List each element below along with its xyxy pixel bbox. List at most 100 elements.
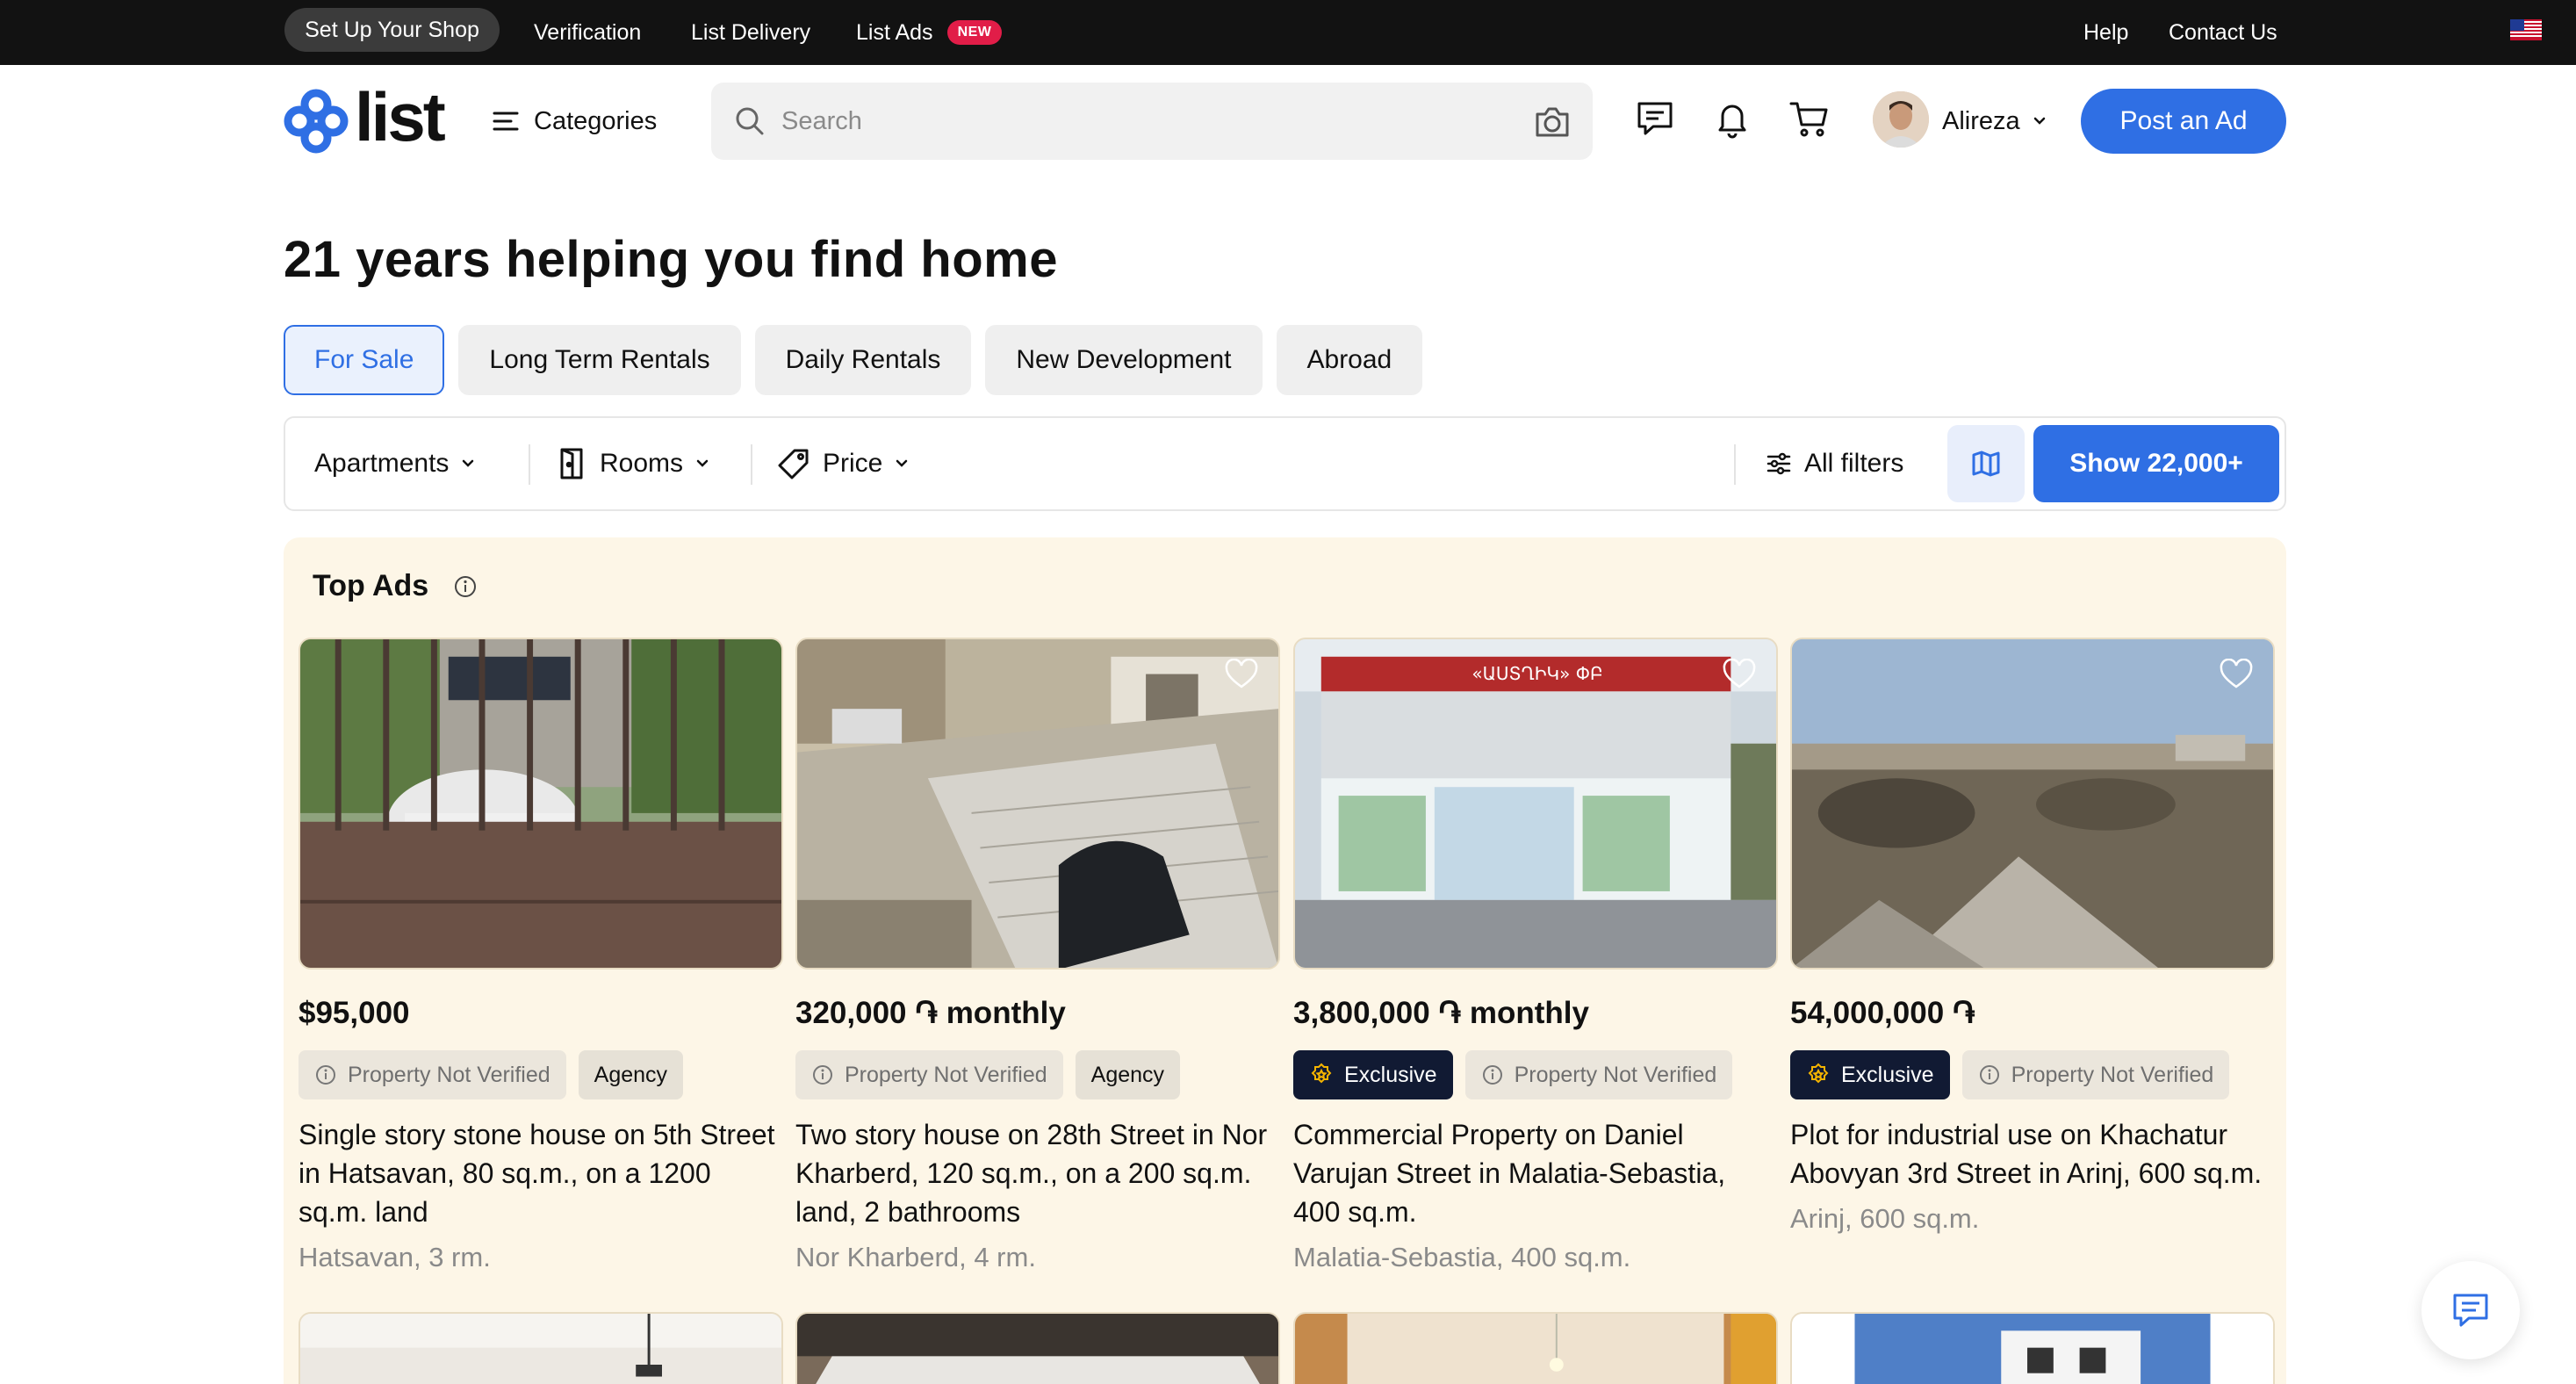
top-ads-title: Top Ads bbox=[313, 569, 429, 602]
ad-price: $95,000 bbox=[299, 996, 410, 1030]
ad-badges: Property Not Verified Agency bbox=[299, 1050, 783, 1099]
ad-card[interactable]: 54,000,000 ֏ Exclusive Property Not Veri… bbox=[1790, 638, 2275, 1235]
camera-icon[interactable] bbox=[1533, 102, 1572, 141]
categories-button[interactable]: Categories bbox=[492, 98, 657, 144]
ad-location: Arinj, 600 sq.m. bbox=[1790, 1203, 1980, 1234]
tab-abroad[interactable]: Abroad bbox=[1276, 325, 1423, 395]
avatar[interactable] bbox=[1873, 91, 1929, 148]
map-icon bbox=[1971, 450, 2001, 478]
ad-card-photo[interactable] bbox=[1293, 1312, 1778, 1384]
ad-card-photo[interactable] bbox=[1790, 1312, 2275, 1384]
show-results-button[interactable]: Show 22,000+ bbox=[2033, 425, 2279, 502]
rooms-dropdown[interactable]: Rooms bbox=[558, 418, 709, 509]
set-up-shop-link[interactable]: Set Up Your Shop bbox=[284, 8, 500, 52]
search-icon bbox=[734, 105, 766, 137]
bell-icon[interactable] bbox=[1712, 98, 1752, 139]
ad-card[interactable]: $95,000 Property Not Verified Agency Sin… bbox=[299, 638, 783, 1273]
ad-badges: Property Not Verified Agency bbox=[795, 1050, 1280, 1099]
storefront-sign: «ԱՍՏՂԻԿ» ՓԲ bbox=[1471, 663, 1603, 684]
search-input[interactable] bbox=[781, 83, 1519, 160]
chat-icon bbox=[2450, 1291, 2491, 1330]
ad-location: Nor Kharberd, 4 rm. bbox=[795, 1242, 1036, 1272]
top-ads-header: Top Ads bbox=[313, 569, 478, 603]
ad-location: Hatsavan, 3 rm. bbox=[299, 1242, 491, 1272]
top-bar: Set Up Your Shop Verification List Deliv… bbox=[0, 0, 2576, 65]
user-menu[interactable]: Alireza bbox=[1942, 100, 2047, 142]
ad-title: Plot for industrial use on Khachatur Abo… bbox=[1790, 1119, 2263, 1189]
logo-icon bbox=[283, 88, 349, 155]
filter-bar: Apartments Rooms Price All filters Show … bbox=[284, 416, 2286, 511]
favorite-heart-icon[interactable] bbox=[1722, 659, 1757, 690]
list-ads-label: List Ads bbox=[856, 19, 933, 45]
divider bbox=[529, 444, 530, 485]
rooms-label: Rooms bbox=[600, 449, 684, 478]
tab-new-development[interactable]: New Development bbox=[985, 325, 1263, 395]
list-ads-link[interactable]: List Ads NEW bbox=[856, 0, 1003, 65]
price-label: Price bbox=[823, 449, 883, 478]
ad-photo bbox=[1790, 638, 2275, 970]
cart-icon[interactable] bbox=[1788, 98, 1831, 139]
tab-for-sale[interactable]: For Sale bbox=[284, 325, 445, 395]
tab-long-term-rentals[interactable]: Long Term Rentals bbox=[458, 325, 741, 395]
favorite-heart-icon[interactable] bbox=[2219, 659, 2254, 690]
info-icon[interactable] bbox=[453, 574, 478, 599]
ad-card-photo[interactable] bbox=[795, 1312, 1280, 1384]
info-icon bbox=[811, 1063, 834, 1086]
top-ads-section: Top Ads $95,000 Property Not Verified Ag… bbox=[284, 537, 2286, 1384]
ad-badges: Exclusive Property Not Verified bbox=[1790, 1050, 2275, 1099]
contact-us-link[interactable]: Contact Us bbox=[2169, 0, 2277, 65]
ad-photo bbox=[299, 638, 783, 970]
us-flag-icon[interactable] bbox=[2510, 19, 2542, 40]
new-badge: NEW bbox=[946, 20, 1003, 45]
ad-price: 320,000 ֏ monthly bbox=[795, 996, 1066, 1030]
info-icon bbox=[314, 1063, 337, 1086]
ad-card[interactable]: 320,000 ֏ monthly Property Not Verified … bbox=[795, 638, 1280, 1273]
exclusive-badge: Exclusive bbox=[1293, 1050, 1453, 1099]
ad-price: 54,000,000 ֏ bbox=[1790, 996, 1975, 1030]
listing-type-tabs: For Sale Long Term Rentals Daily Rentals… bbox=[284, 325, 1423, 395]
price-dropdown[interactable]: Price bbox=[777, 418, 909, 509]
page-title: 21 years helping you find home bbox=[284, 231, 1058, 288]
all-filters-label: All filters bbox=[1804, 449, 1904, 478]
not-verified-badge: Property Not Verified bbox=[1961, 1050, 2230, 1099]
star-badge-icon bbox=[1806, 1063, 1831, 1087]
all-filters-button[interactable]: All filters bbox=[1766, 418, 1903, 509]
messages-icon[interactable] bbox=[1635, 98, 1675, 139]
info-icon bbox=[1481, 1063, 1504, 1086]
help-link[interactable]: Help bbox=[2083, 0, 2128, 65]
badge-label: Property Not Verified bbox=[845, 1062, 1047, 1087]
info-icon bbox=[1978, 1063, 2001, 1086]
ad-title: Commercial Property on Daniel Varujan St… bbox=[1293, 1119, 1726, 1228]
badge-label: Exclusive bbox=[1344, 1062, 1437, 1087]
support-chat-button[interactable] bbox=[2421, 1261, 2520, 1359]
ad-card-photo[interactable] bbox=[299, 1312, 783, 1384]
chevron-down-icon bbox=[461, 458, 475, 469]
favorite-heart-icon[interactable] bbox=[1224, 659, 1259, 690]
door-icon bbox=[558, 447, 587, 480]
tab-daily-rentals[interactable]: Daily Rentals bbox=[754, 325, 972, 395]
categories-label: Categories bbox=[534, 106, 658, 135]
ad-price: 3,800,000 ֏ monthly bbox=[1293, 996, 1589, 1030]
property-type-label: Apartments bbox=[314, 449, 450, 478]
chevron-down-icon bbox=[695, 458, 709, 469]
map-view-button[interactable] bbox=[1947, 425, 2025, 502]
post-ad-button[interactable]: Post an Ad bbox=[2081, 89, 2286, 154]
chevron-down-icon bbox=[895, 458, 909, 469]
ad-title: Single story stone house on 5th Street i… bbox=[299, 1119, 775, 1228]
user-name: Alireza bbox=[1942, 106, 2020, 135]
not-verified-badge: Property Not Verified bbox=[795, 1050, 1063, 1099]
property-type-dropdown[interactable]: Apartments bbox=[314, 418, 475, 509]
list-delivery-link[interactable]: List Delivery bbox=[691, 0, 810, 65]
star-badge-icon bbox=[1309, 1063, 1334, 1087]
sliders-icon bbox=[1766, 451, 1792, 476]
logo-text: list bbox=[355, 78, 446, 155]
agency-badge: Agency bbox=[1075, 1050, 1181, 1099]
verification-link[interactable]: Verification bbox=[534, 0, 641, 65]
search-bar bbox=[711, 83, 1593, 160]
not-verified-badge: Property Not Verified bbox=[1464, 1050, 1733, 1099]
logo[interactable]: list bbox=[283, 78, 446, 156]
badge-label: Property Not Verified bbox=[348, 1062, 550, 1087]
ad-title: Two story house on 28th Street in Nor Kh… bbox=[795, 1119, 1268, 1228]
ad-card[interactable]: «ԱՍՏՂԻԿ» ՓԲ 3,800,000 ֏ monthly Exclusiv… bbox=[1293, 638, 1778, 1273]
ad-badges: Exclusive Property Not Verified bbox=[1293, 1050, 1778, 1099]
